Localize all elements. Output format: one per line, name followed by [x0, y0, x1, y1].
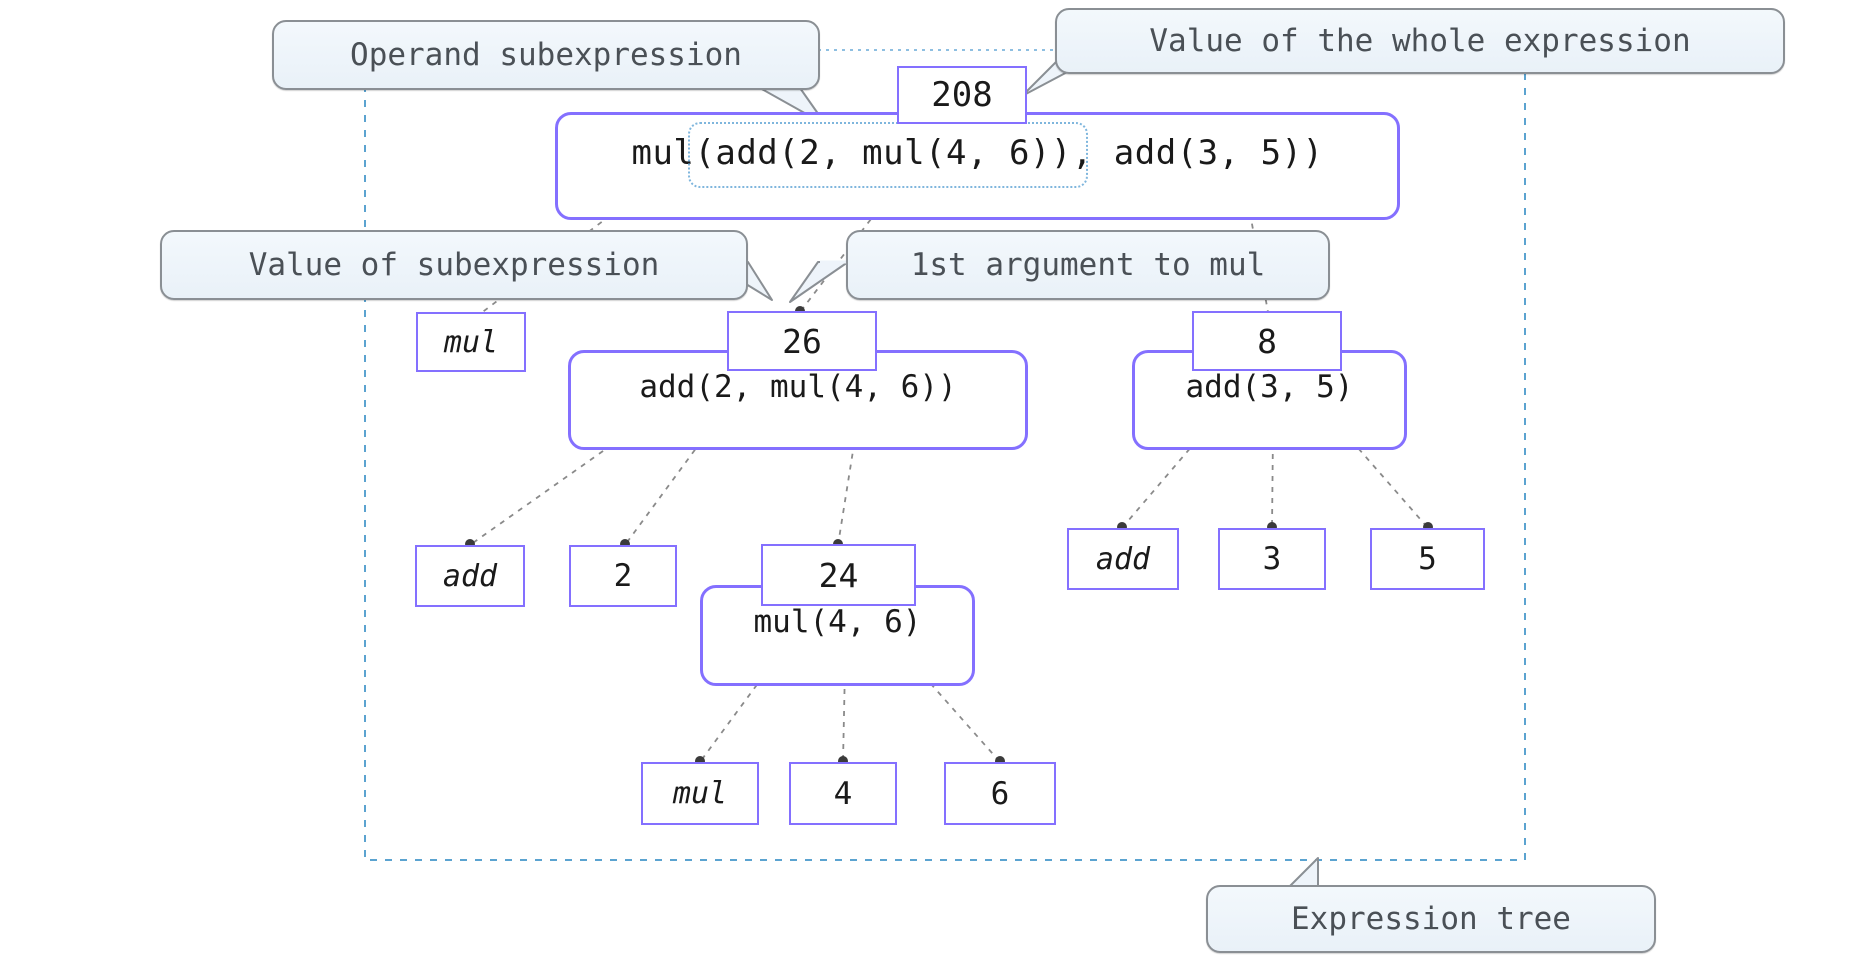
level3-mid-expression-text: mul(4, 6)	[753, 604, 922, 640]
level4-operand-1-box[interactable]: 4	[789, 762, 897, 825]
callout-expression-tree-label: Expression tree	[1291, 901, 1571, 937]
callout-value-of-whole-expression[interactable]: Value of the whole expression	[1055, 8, 1785, 74]
operand-subexpression-highlight	[688, 122, 1088, 188]
expression-tree-diagram: mul(add(2, mul(4, 6)), add(3, 5)) 208 mu…	[0, 0, 1849, 959]
level2-right-value-box[interactable]: 8	[1192, 311, 1342, 371]
level2-left-value-box[interactable]: 26	[727, 311, 877, 371]
callout-value-of-subexpression[interactable]: Value of subexpression	[160, 230, 748, 300]
callout-first-argument-to-mul[interactable]: 1st argument to mul	[846, 230, 1330, 300]
callout-operand-subexpression[interactable]: Operand subexpression	[272, 20, 820, 90]
level3-right-operand-1-box[interactable]: 3	[1218, 528, 1326, 590]
level2-right-expression-text: add(3, 5)	[1185, 369, 1354, 405]
level3-mid-value-box[interactable]: 24	[761, 544, 916, 606]
callout-value-of-subexpression-label: Value of subexpression	[248, 247, 660, 283]
level3-right-operator-box[interactable]: add	[1067, 528, 1179, 590]
level3-left-operator-box[interactable]: add	[415, 545, 525, 607]
level3-left-operand-box[interactable]: 2	[569, 545, 677, 607]
callout-operand-subexpression-label: Operand subexpression	[350, 37, 742, 73]
root-value-box[interactable]: 208	[897, 66, 1027, 124]
callout-value-of-whole-expression-label: Value of the whole expression	[1149, 23, 1691, 59]
level3-right-operand-2-box[interactable]: 5	[1370, 528, 1485, 590]
callout-first-argument-to-mul-label: 1st argument to mul	[910, 247, 1266, 283]
level4-operator-box[interactable]: mul	[641, 762, 759, 825]
level2-operator-box[interactable]: mul	[416, 312, 526, 372]
callout-expression-tree[interactable]: Expression tree	[1206, 885, 1656, 953]
level4-operand-2-box[interactable]: 6	[944, 762, 1056, 825]
level2-left-expression-text: add(2, mul(4, 6))	[639, 369, 957, 405]
